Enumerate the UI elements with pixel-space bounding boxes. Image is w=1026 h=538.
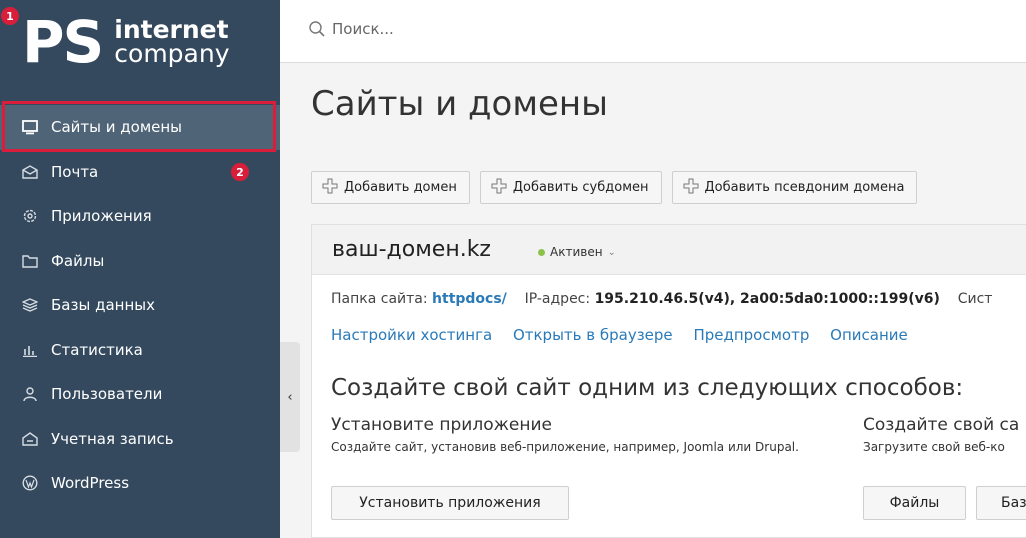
chart-icon — [21, 341, 39, 359]
top-bar: Поиск... — [280, 0, 1026, 63]
sidebar-item-files[interactable]: Файлы — [0, 239, 280, 284]
plus-icon — [683, 178, 699, 198]
domain-card: ваш-домен.kz Активен ⌄ Папка сайта: http… — [311, 224, 1026, 538]
sidebar-item-label: Пользователи — [51, 385, 163, 404]
create-site-text: Загрузите свой веб-ко — [863, 440, 1005, 454]
search-input[interactable]: Поиск... — [332, 20, 394, 38]
add-subdomain-label: Добавить субдомен — [512, 180, 649, 195]
search-box[interactable]: Поиск... — [308, 20, 394, 38]
sidebar-item-label: Учетная запись — [51, 429, 174, 448]
add-subdomain-button[interactable]: Добавить субдомен — [479, 171, 662, 204]
chevron-down-icon: ⌄ — [607, 246, 616, 258]
description-link[interactable]: Описание — [830, 326, 908, 344]
install-app-section: Установите приложение Создайте сайт, уст… — [331, 415, 831, 456]
logo-ps: PS — [22, 8, 104, 76]
sidebar-item-label: Базы данных — [51, 296, 155, 315]
create-site-heading: Создайте свой сайт одним из следующих сп… — [331, 375, 964, 401]
sidebar-item-account[interactable]: Учетная запись — [0, 417, 280, 462]
install-applications-button[interactable]: Установить приложения — [331, 486, 569, 520]
system-label: Сист — [957, 291, 993, 307]
install-app-text: Создайте сайт, установив веб-приложение,… — [331, 440, 799, 454]
install-app-title: Установите приложение — [331, 415, 552, 435]
sidebar-item-users[interactable]: Пользователи — [0, 372, 280, 417]
sidebar: PS internet company Сайты и домены Почта… — [0, 0, 280, 538]
sidebar-item-applications[interactable]: Приложения — [0, 194, 280, 239]
domain-card-header: ваш-домен.kz Активен ⌄ — [312, 225, 1026, 275]
sidebar-item-sites-domains[interactable]: Сайты и домены — [0, 105, 280, 150]
ip-label: IP-адрес: — [524, 291, 591, 307]
sidebar-item-label: Почта — [51, 162, 99, 181]
status-label: Активен — [550, 245, 603, 259]
page-title: Сайты и домены — [311, 84, 608, 124]
sidebar-item-label: Статистика — [51, 340, 143, 359]
add-domain-alias-button[interactable]: Добавить псевдоним домена — [671, 171, 918, 204]
sidebar-item-databases[interactable]: Базы данных — [0, 283, 280, 328]
annotation-badge-2: 2 — [231, 163, 249, 181]
mail-icon — [21, 163, 39, 181]
sidebar-item-wordpress[interactable]: WordPress — [0, 461, 280, 506]
plus-icon — [491, 178, 507, 198]
wordpress-icon — [21, 474, 39, 492]
ip-value: 195.210.46.5(v4), 2a00:5da0:1000::199(v6… — [594, 291, 940, 307]
add-domain-button[interactable]: Добавить домен — [311, 171, 470, 204]
open-in-browser-link[interactable]: Открыть в браузере — [513, 326, 673, 344]
gear-icon — [21, 207, 39, 225]
account-icon — [21, 430, 39, 448]
create-site-section: Создайте свой са Загрузите свой веб-ко — [863, 415, 1026, 456]
monitor-icon — [21, 118, 39, 136]
logo-line-2: company — [114, 39, 230, 68]
sidebar-item-label: Файлы — [51, 251, 105, 270]
files-button[interactable]: Файлы — [863, 486, 966, 520]
logo-wordmark: internet company — [114, 17, 230, 68]
folder-label: Папка сайта: — [331, 291, 428, 307]
databases-button[interactable]: Баз — [976, 486, 1026, 520]
database-icon — [21, 296, 39, 314]
domain-links: Настройки хостинга Открыть в браузере Пр… — [331, 326, 924, 344]
add-domain-label: Добавить домен — [344, 180, 457, 195]
preview-link[interactable]: Предпросмотр — [693, 326, 809, 344]
hosting-settings-link[interactable]: Настройки хостинга — [331, 326, 492, 344]
toolbar: Добавить домен Добавить субдомен Добавит… — [311, 171, 927, 204]
annotation-badge-1: 1 — [1, 7, 19, 25]
add-domain-alias-label: Добавить псевдоним домена — [704, 180, 905, 195]
sidebar-item-label: Приложения — [51, 207, 152, 226]
domain-name[interactable]: ваш-домен.kz — [332, 237, 491, 262]
company-logo[interactable]: PS internet company — [22, 12, 230, 92]
sidebar-item-label: Сайты и домены — [51, 118, 183, 137]
domain-status[interactable]: Активен ⌄ — [538, 245, 616, 259]
sidebar-item-label: WordPress — [51, 474, 130, 493]
folder-icon — [21, 252, 39, 270]
plus-icon — [322, 178, 338, 198]
domain-info-row: Папка сайта: httpdocs/ IP-адрес: 195.210… — [331, 291, 992, 307]
sidebar-collapse-toggle[interactable]: ‹ — [280, 342, 300, 452]
status-dot-icon — [538, 248, 545, 256]
user-icon — [21, 385, 39, 403]
folder-link[interactable]: httpdocs/ — [432, 291, 507, 307]
create-site-title: Создайте свой са — [863, 415, 1020, 435]
search-icon — [309, 21, 325, 37]
sidebar-item-statistics[interactable]: Статистика — [0, 328, 280, 373]
